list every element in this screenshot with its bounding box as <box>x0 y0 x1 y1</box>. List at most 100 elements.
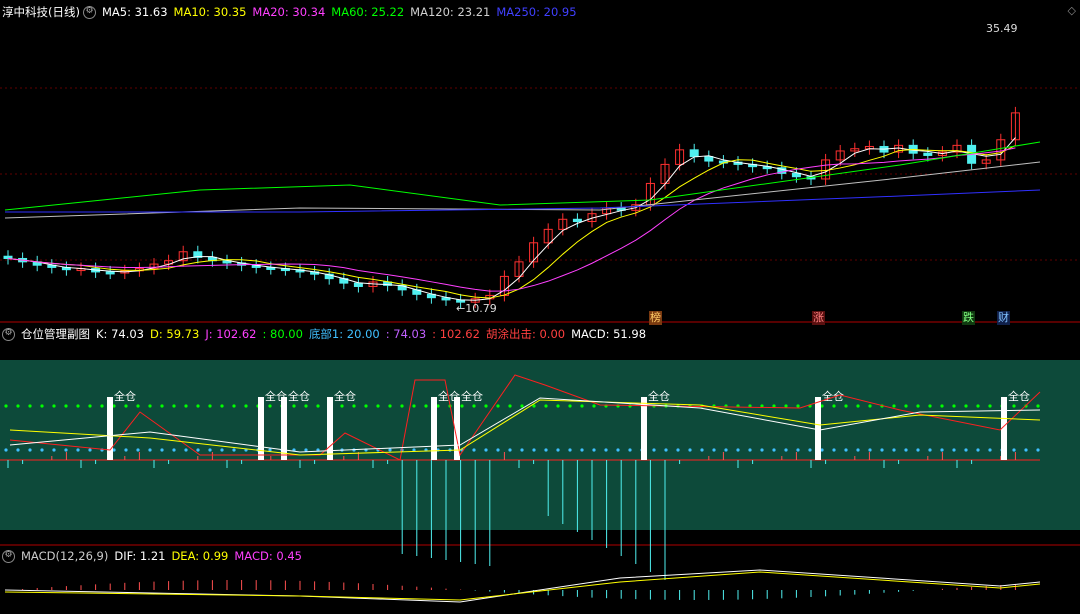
level-dot <box>388 404 392 408</box>
level-dot <box>784 448 788 452</box>
candle-body <box>689 149 699 158</box>
level-dot <box>868 448 872 452</box>
level-dot <box>568 448 572 452</box>
signal-bar <box>641 397 647 460</box>
candle-body <box>791 172 801 178</box>
sub1-stat-8: MACD: 51.98 <box>571 327 647 341</box>
level-dot <box>580 448 584 452</box>
level-dot <box>772 448 776 452</box>
level-dot <box>652 448 656 452</box>
level-dot <box>316 404 320 408</box>
signal-label: 全仓 <box>288 389 310 403</box>
level-dot <box>148 448 152 452</box>
level-dot <box>4 448 8 452</box>
level-dot <box>100 404 104 408</box>
level-dot <box>16 448 20 452</box>
level-dot <box>880 448 884 452</box>
level-dot <box>964 404 968 408</box>
level-dot <box>844 448 848 452</box>
ma120-line <box>4 161 1041 219</box>
candle-body <box>3 255 13 259</box>
level-dot <box>808 448 812 452</box>
level-dot <box>364 404 368 408</box>
sub2-stat-0: MACD(12,26,9) <box>21 549 109 563</box>
level-dot <box>1036 404 1040 408</box>
level-dot <box>952 404 956 408</box>
level-dot <box>160 404 164 408</box>
chart-canvas[interactable]: 全仓 全仓 全仓 全仓 全仓 全仓 全仓 全仓 全仓 <box>0 0 1080 614</box>
signal-label: 全仓 <box>114 389 136 403</box>
level-dot <box>4 404 8 408</box>
level-dot <box>184 404 188 408</box>
level-dot <box>796 448 800 452</box>
sub1-stat-1: D: 59.73 <box>150 327 200 341</box>
sub1-stat-4: 底部1: 20.00 <box>308 327 380 341</box>
level-dot <box>268 404 272 408</box>
level-dot <box>352 404 356 408</box>
candle-body <box>105 271 115 275</box>
level-dot <box>496 448 500 452</box>
level-dot <box>496 404 500 408</box>
tag-die[interactable]: 跌 <box>962 311 975 325</box>
level-dot <box>976 448 980 452</box>
sub2-stat-1: DIF: 1.21 <box>114 549 166 563</box>
tag-bang[interactable]: 榜 <box>649 311 662 325</box>
level-dot <box>964 448 968 452</box>
level-dot <box>196 448 200 452</box>
level-dot <box>220 404 224 408</box>
level-dot <box>580 404 584 408</box>
level-dot <box>76 404 80 408</box>
level-dot <box>664 448 668 452</box>
level-dot <box>904 448 908 452</box>
signal-label: 全仓 <box>334 389 356 403</box>
signal-label: 全仓 <box>461 389 483 403</box>
level-dot <box>232 448 236 452</box>
level-dot <box>748 448 752 452</box>
sub2-header: ⚙ MACD(12,26,9) DIF: 1.21 DEA: 0.99 MACD: 0.… <box>2 547 314 565</box>
level-dot <box>472 404 476 408</box>
level-dot <box>556 404 560 408</box>
level-dot <box>784 404 788 408</box>
level-dot <box>916 404 920 408</box>
level-dot <box>388 448 392 452</box>
sub1-stat-0: K: 74.03 <box>96 327 144 341</box>
tag-zhang[interactable]: 涨 <box>812 311 825 325</box>
sub1-header: ⚙ 仓位管理副图 K: 74.03 D: 59.73 J: 102.62: 80.00 底… <box>2 325 658 343</box>
candle-body <box>923 152 933 156</box>
level-dot <box>844 404 848 408</box>
level-dot <box>928 448 932 452</box>
signal-label: 全仓 <box>648 389 670 403</box>
level-dot <box>856 404 860 408</box>
tag-cai[interactable]: 财 <box>997 311 1010 325</box>
level-dot <box>64 404 68 408</box>
level-dot <box>460 404 464 408</box>
level-dot <box>700 448 704 452</box>
level-dot <box>628 448 632 452</box>
level-dot <box>172 448 176 452</box>
level-dot <box>568 404 572 408</box>
dea-line <box>4 571 1041 601</box>
level-dot <box>52 404 56 408</box>
sub1-stat-5: : 74.03 <box>385 327 427 341</box>
level-dot <box>484 404 488 408</box>
level-dot <box>676 448 680 452</box>
settings-circle-icon[interactable]: ⚙ <box>2 328 15 341</box>
level-dot <box>508 448 512 452</box>
level-dot <box>556 448 560 452</box>
settings-circle-icon[interactable]: ⚙ <box>2 550 15 563</box>
level-dot <box>304 404 308 408</box>
level-dot <box>1036 448 1040 452</box>
level-dot <box>712 448 716 452</box>
level-dot <box>472 448 476 452</box>
level-dot <box>628 404 632 408</box>
ma250-line <box>5 189 1041 213</box>
level-dot <box>796 404 800 408</box>
level-dot <box>124 448 128 452</box>
level-dot <box>484 448 488 452</box>
level-dot <box>892 404 896 408</box>
level-dot <box>520 404 524 408</box>
level-dot <box>124 404 128 408</box>
level-dot <box>592 448 596 452</box>
sub2-stat-2: DEA: 0.99 <box>171 549 229 563</box>
level-dot <box>400 404 404 408</box>
